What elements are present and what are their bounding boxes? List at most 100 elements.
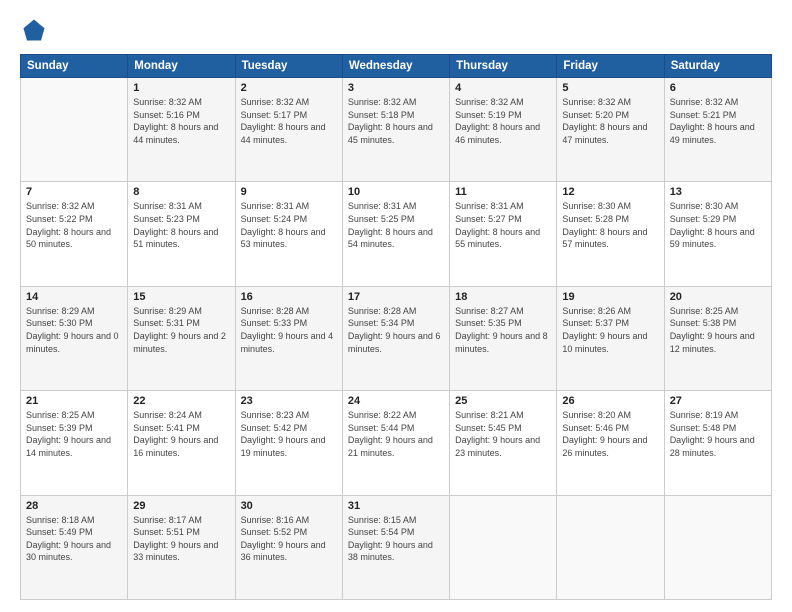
calendar-cell: 16Sunrise: 8:28 AMSunset: 5:33 PMDayligh…: [235, 286, 342, 390]
day-detail: Sunrise: 8:28 AMSunset: 5:34 PMDaylight:…: [348, 305, 444, 355]
calendar-cell: 13 Sunrise: 8:30 AMSunset: 5:29 PMDayligh…: [664, 182, 771, 286]
calendar-cell: 23 Sunrise: 8:23 AMSunset: 5:42 PMDayligh…: [235, 391, 342, 495]
day-number: 18: [455, 291, 551, 303]
calendar-page: SundayMondayTuesdayWednesdayThursdayFrid…: [0, 0, 792, 612]
weekday-header-thursday: Thursday: [450, 55, 557, 78]
weekday-header-saturday: Saturday: [664, 55, 771, 78]
calendar-cell: [557, 495, 664, 599]
day-number: 20: [670, 291, 766, 303]
weekday-header-wednesday: Wednesday: [342, 55, 449, 78]
day-number: 10: [348, 186, 444, 198]
day-number: 31: [348, 500, 444, 512]
day-detail: Sunrise: 8:18 AMSunset: 5:49 PMDaylight:…: [26, 514, 122, 564]
logo-icon: [20, 16, 48, 44]
weekday-header-monday: Monday: [128, 55, 235, 78]
calendar-cell: 25Sunrise: 8:21 AMSunset: 5:45 PMDayligh…: [450, 391, 557, 495]
calendar-cell: [450, 495, 557, 599]
calendar-cell: 14Sunrise: 8:29 AMSunset: 5:30 PMDayligh…: [21, 286, 128, 390]
day-number: 2: [241, 82, 337, 94]
header: [20, 16, 772, 44]
day-number: 30: [241, 500, 337, 512]
calendar-cell: 31 Sunrise: 8:15 AMSunset: 5:54 PMDayligh…: [342, 495, 449, 599]
calendar-cell: 20 Sunrise: 8:25 AMSunset: 5:38 PMDayligh…: [664, 286, 771, 390]
day-number: 15: [133, 291, 229, 303]
calendar-cell: 26 Sunrise: 8:20 AMSunset: 5:46 PMDayligh…: [557, 391, 664, 495]
day-detail: Sunrise: 8:31 AMSunset: 5:24 PMDaylight:…: [241, 200, 337, 250]
calendar-cell: 7Sunrise: 8:32 AMSunset: 5:22 PMDaylight…: [21, 182, 128, 286]
day-detail: Sunrise: 8:29 AMSunset: 5:30 PMDaylight:…: [26, 305, 122, 355]
calendar-cell: 24 Sunrise: 8:22 AMSunset: 5:44 PMDayligh…: [342, 391, 449, 495]
day-detail: Sunrise: 8:32 AMSunset: 5:16 PMDaylight:…: [133, 96, 229, 146]
week-row-3: 14Sunrise: 8:29 AMSunset: 5:30 PMDayligh…: [21, 286, 772, 390]
day-number: 1: [133, 82, 229, 94]
calendar-cell: 30 Sunrise: 8:16 AMSunset: 5:52 PMDayligh…: [235, 495, 342, 599]
day-detail: Sunrise: 8:22 AMSunset: 5:44 PMDaylight:…: [348, 409, 444, 459]
week-row-4: 21 Sunrise: 8:25 AMSunset: 5:39 PMDayligh…: [21, 391, 772, 495]
day-detail: Sunrise: 8:32 AMSunset: 5:18 PMDaylight:…: [348, 96, 444, 146]
calendar-cell: 22 Sunrise: 8:24 AMSunset: 5:41 PMDayligh…: [128, 391, 235, 495]
calendar-cell: 8 Sunrise: 8:31 AMSunset: 5:23 PMDaylight…: [128, 182, 235, 286]
day-number: 24: [348, 395, 444, 407]
calendar-cell: 5 Sunrise: 8:32 AMSunset: 5:20 PMDaylight…: [557, 78, 664, 182]
day-number: 22: [133, 395, 229, 407]
weekday-header-row: SundayMondayTuesdayWednesdayThursdayFrid…: [21, 55, 772, 78]
calendar-cell: [21, 78, 128, 182]
day-detail: Sunrise: 8:31 AMSunset: 5:23 PMDaylight:…: [133, 200, 229, 250]
day-detail: Sunrise: 8:31 AMSunset: 5:27 PMDaylight:…: [455, 200, 551, 250]
day-number: 25: [455, 395, 551, 407]
day-number: 9: [241, 186, 337, 198]
day-number: 6: [670, 82, 766, 94]
calendar-cell: 29Sunrise: 8:17 AMSunset: 5:51 PMDayligh…: [128, 495, 235, 599]
calendar-cell: 6 Sunrise: 8:32 AMSunset: 5:21 PMDaylight…: [664, 78, 771, 182]
day-detail: Sunrise: 8:32 AMSunset: 5:21 PMDaylight:…: [670, 96, 766, 146]
day-number: 3: [348, 82, 444, 94]
day-number: 17: [348, 291, 444, 303]
calendar-cell: 15Sunrise: 8:29 AMSunset: 5:31 PMDayligh…: [128, 286, 235, 390]
day-number: 5: [562, 82, 658, 94]
calendar-cell: 3 Sunrise: 8:32 AMSunset: 5:18 PMDaylight…: [342, 78, 449, 182]
day-detail: Sunrise: 8:31 AMSunset: 5:25 PMDaylight:…: [348, 200, 444, 250]
day-detail: Sunrise: 8:16 AMSunset: 5:52 PMDaylight:…: [241, 514, 337, 564]
calendar-cell: 4Sunrise: 8:32 AMSunset: 5:19 PMDaylight…: [450, 78, 557, 182]
day-detail: Sunrise: 8:24 AMSunset: 5:41 PMDaylight:…: [133, 409, 229, 459]
calendar-cell: 28Sunrise: 8:18 AMSunset: 5:49 PMDayligh…: [21, 495, 128, 599]
day-number: 21: [26, 395, 122, 407]
day-detail: Sunrise: 8:30 AMSunset: 5:29 PMDaylight:…: [670, 200, 766, 250]
day-detail: Sunrise: 8:27 AMSunset: 5:35 PMDaylight:…: [455, 305, 551, 355]
day-number: 8: [133, 186, 229, 198]
day-detail: Sunrise: 8:23 AMSunset: 5:42 PMDaylight:…: [241, 409, 337, 459]
weekday-header-tuesday: Tuesday: [235, 55, 342, 78]
weekday-header-sunday: Sunday: [21, 55, 128, 78]
calendar-cell: 9 Sunrise: 8:31 AMSunset: 5:24 PMDaylight…: [235, 182, 342, 286]
week-row-2: 7Sunrise: 8:32 AMSunset: 5:22 PMDaylight…: [21, 182, 772, 286]
day-number: 11: [455, 186, 551, 198]
day-detail: Sunrise: 8:30 AMSunset: 5:28 PMDaylight:…: [562, 200, 658, 250]
calendar-cell: 2 Sunrise: 8:32 AMSunset: 5:17 PMDaylight…: [235, 78, 342, 182]
calendar-cell: 18 Sunrise: 8:27 AMSunset: 5:35 PMDayligh…: [450, 286, 557, 390]
day-number: 23: [241, 395, 337, 407]
day-number: 26: [562, 395, 658, 407]
calendar-cell: 19Sunrise: 8:26 AMSunset: 5:37 PMDayligh…: [557, 286, 664, 390]
calendar-cell: 1 Sunrise: 8:32 AMSunset: 5:16 PMDaylight…: [128, 78, 235, 182]
day-number: 4: [455, 82, 551, 94]
day-number: 19: [562, 291, 658, 303]
day-number: 7: [26, 186, 122, 198]
calendar-cell: 27Sunrise: 8:19 AMSunset: 5:48 PMDayligh…: [664, 391, 771, 495]
day-number: 12: [562, 186, 658, 198]
day-number: 13: [670, 186, 766, 198]
weekday-header-friday: Friday: [557, 55, 664, 78]
calendar-cell: [664, 495, 771, 599]
day-detail: Sunrise: 8:15 AMSunset: 5:54 PMDaylight:…: [348, 514, 444, 564]
day-detail: Sunrise: 8:25 AMSunset: 5:38 PMDaylight:…: [670, 305, 766, 355]
logo: [20, 16, 52, 44]
week-row-5: 28Sunrise: 8:18 AMSunset: 5:49 PMDayligh…: [21, 495, 772, 599]
day-detail: Sunrise: 8:32 AMSunset: 5:20 PMDaylight:…: [562, 96, 658, 146]
day-detail: Sunrise: 8:32 AMSunset: 5:17 PMDaylight:…: [241, 96, 337, 146]
day-detail: Sunrise: 8:28 AMSunset: 5:33 PMDaylight:…: [241, 305, 337, 355]
day-detail: Sunrise: 8:25 AMSunset: 5:39 PMDaylight:…: [26, 409, 122, 459]
calendar-table: SundayMondayTuesdayWednesdayThursdayFrid…: [20, 54, 772, 600]
calendar-cell: 21 Sunrise: 8:25 AMSunset: 5:39 PMDayligh…: [21, 391, 128, 495]
week-row-1: 1 Sunrise: 8:32 AMSunset: 5:16 PMDaylight…: [21, 78, 772, 182]
day-detail: Sunrise: 8:20 AMSunset: 5:46 PMDaylight:…: [562, 409, 658, 459]
day-detail: Sunrise: 8:17 AMSunset: 5:51 PMDaylight:…: [133, 514, 229, 564]
